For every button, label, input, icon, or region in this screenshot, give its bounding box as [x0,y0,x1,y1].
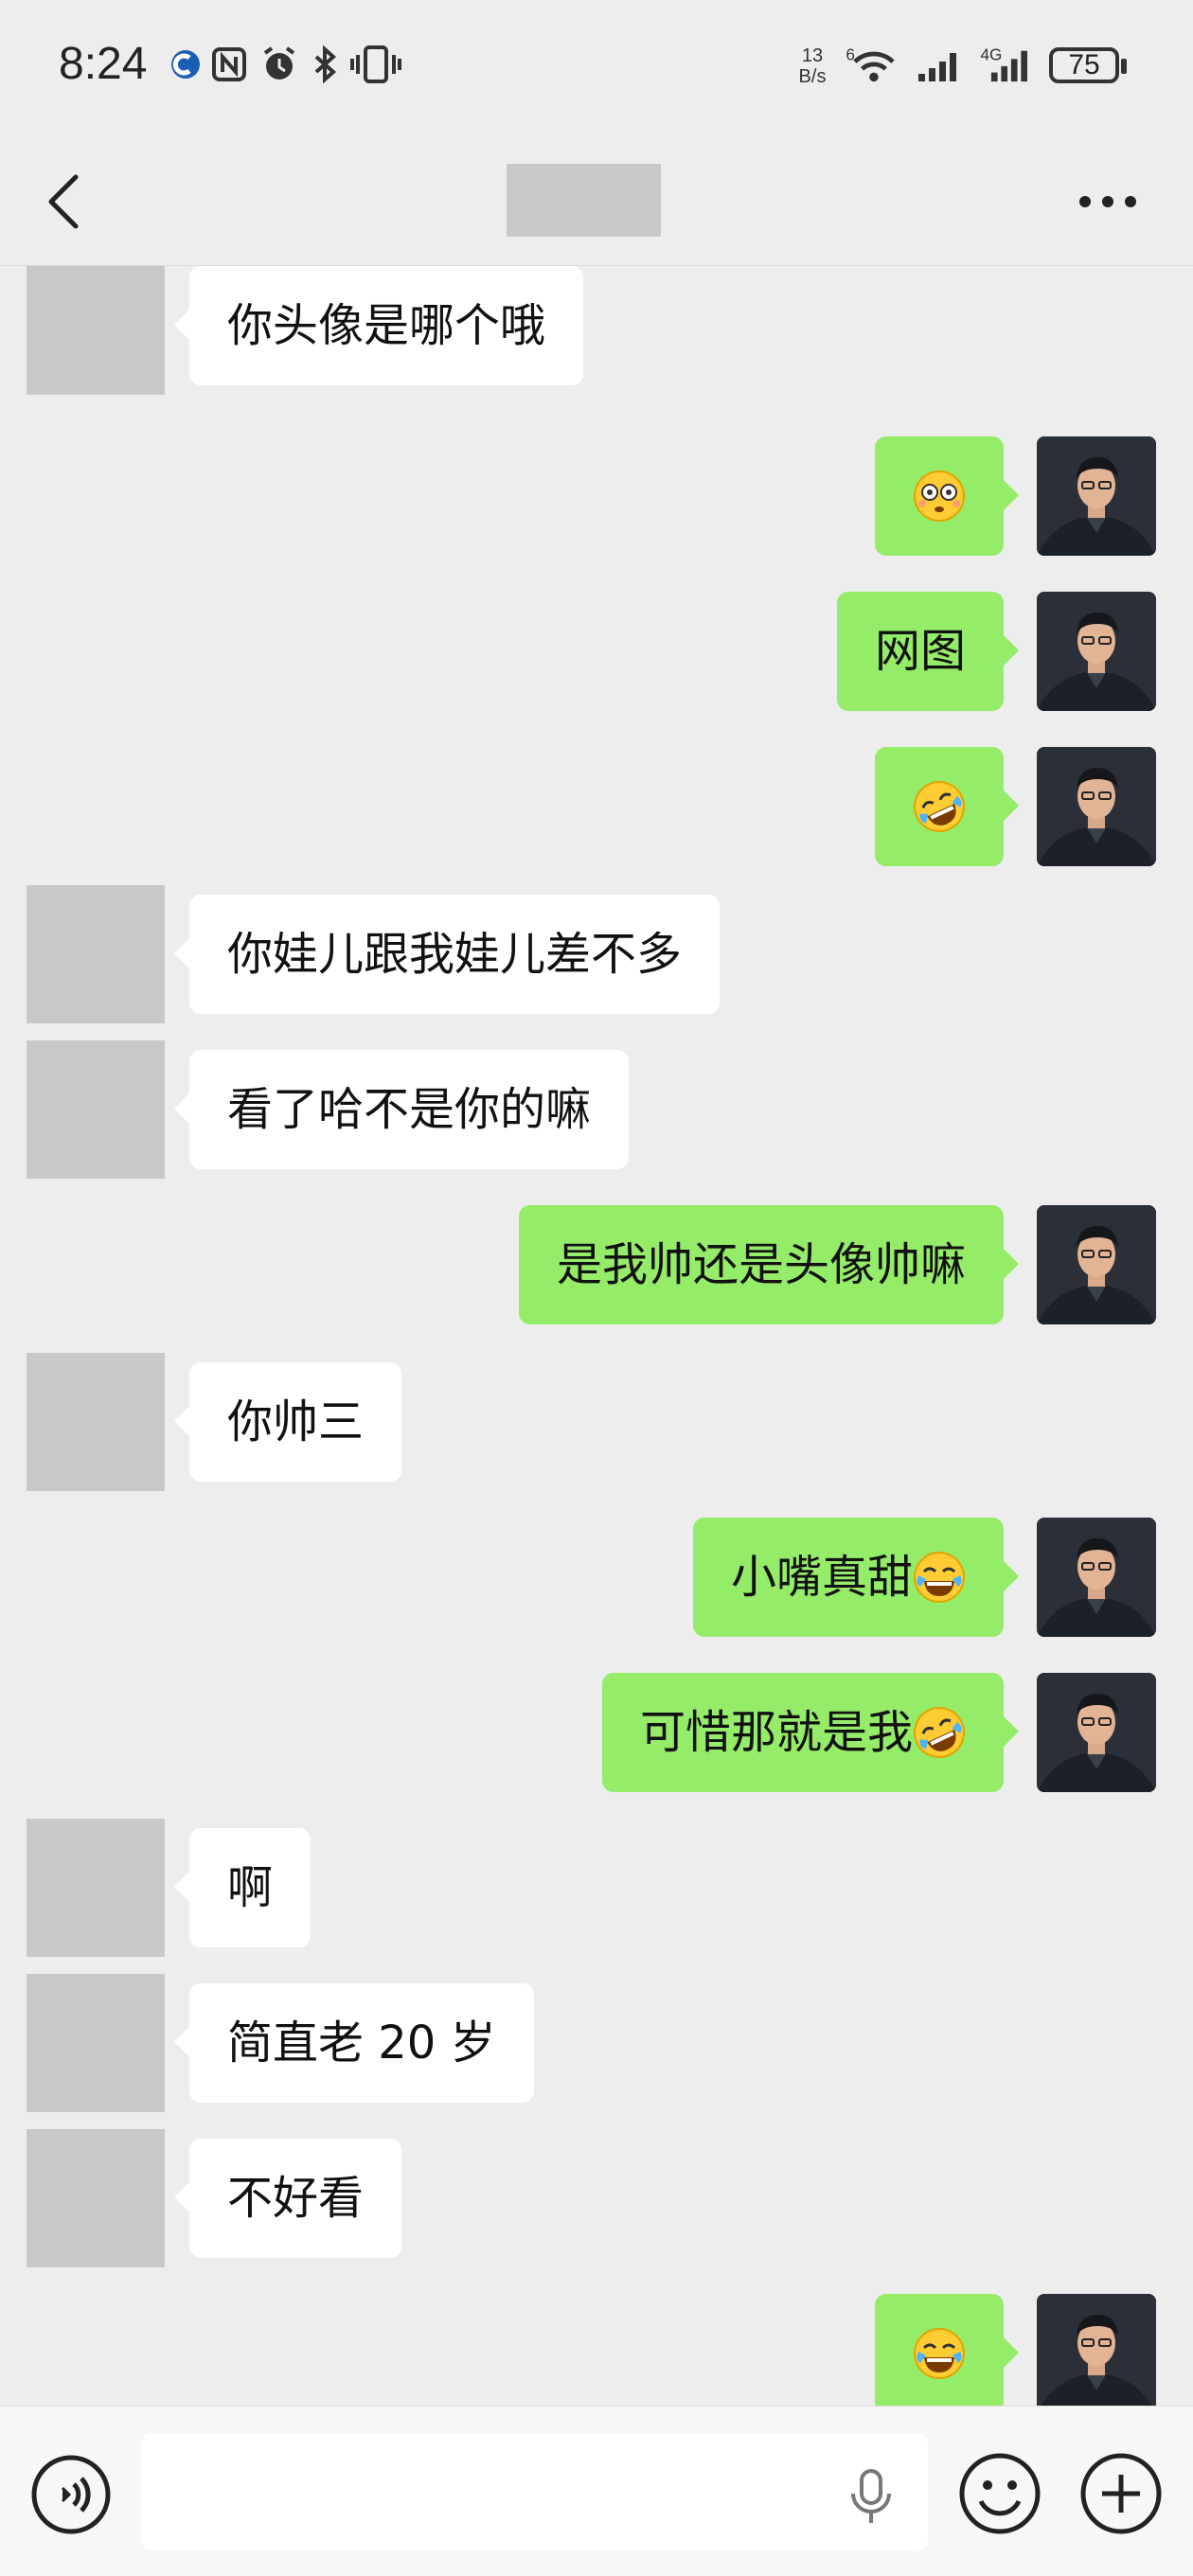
message-bubble[interactable] [875,747,1019,866]
message-bubble[interactable]: 你娃儿跟我娃儿差不多 [173,895,721,1014]
message-text: 是我帅还是头像帅嘛 [556,1238,966,1291]
rofl-emoji-icon [913,780,966,833]
my-avatar[interactable] [1037,747,1156,866]
message-bubble[interactable]: 小嘴真甜 [692,1518,1020,1637]
contact-avatar[interactable] [27,266,165,395]
message-bubble[interactable]: 啊 [173,1828,312,1947]
message-bubble[interactable] [875,2294,1019,2406]
microphone-icon[interactable] [847,2469,895,2526]
battery-tip [1121,59,1127,74]
app-badge-icon [171,50,200,79]
my-avatar[interactable] [1037,1673,1156,1792]
rofl-emoji-icon [913,1706,966,1759]
net-speed-value: 13 [801,45,824,66]
voice-mode-icon[interactable] [30,2454,112,2535]
my-avatar[interactable] [1037,1205,1156,1324]
message-bubble[interactable]: 简直老 20 岁 [174,1983,534,2103]
chat-header [0,137,1193,266]
message-list[interactable]: 你头像是哪个哦网图你娃儿跟我娃儿差不多 看了哈不是你的嘛是我帅还是头像帅嘛你帅三小… [0,266,1193,2406]
chevron-left-icon[interactable] [38,164,95,240]
message-bubble[interactable]: 不好看 [173,2139,402,2258]
message-text: 你帅三 [227,1395,365,1448]
message-bubble[interactable]: 你帅三 [173,1362,402,1482]
contact-avatar[interactable] [27,1353,165,1491]
more-dots-icon[interactable] [1070,164,1146,240]
net-speed-unit: B/s [798,66,827,87]
message-text: 小嘴真甜 [730,1551,913,1604]
wifi-label: 6 [846,45,855,63]
my-avatar[interactable] [1037,2294,1156,2406]
message-text: 简直老 20 岁 [227,2016,496,2070]
message-text: 你娃儿跟我娃儿差不多 [227,928,683,981]
contact-avatar[interactable] [27,2129,165,2267]
signal-icon [918,53,956,81]
joy-emoji-icon [913,2327,966,2380]
message-input[interactable] [142,2433,928,2550]
signal-4g-icon: 4G [980,45,1027,82]
nfc-icon [212,47,246,81]
signal-label: 4G [980,45,1002,63]
message-bubble[interactable]: 看了哈不是你的嘛 [173,1050,630,1169]
my-avatar[interactable] [1037,436,1156,556]
bluetooth-icon [314,45,337,83]
my-avatar[interactable] [1037,1518,1156,1637]
emoji-smile-icon[interactable] [958,2452,1042,2535]
contact-avatar[interactable] [27,885,165,1023]
message-text: 可惜那就是我 [639,1706,913,1759]
contact-avatar[interactable] [27,1819,165,1957]
message-bubble[interactable]: 你头像是哪个哦 [173,266,584,385]
message-text: 啊 [227,1861,274,1914]
message-text: 网图 [874,625,966,678]
joy-emoji-icon [913,1551,966,1604]
message-bubble[interactable] [875,436,1019,556]
chat-title-redacted [507,164,661,237]
contact-avatar[interactable] [27,1974,165,2112]
flushed-emoji-icon [913,470,966,523]
battery-icon: 75 [1049,47,1119,83]
message-text: 看了哈不是你的嘛 [227,1083,592,1136]
contact-avatar[interactable] [27,1040,165,1179]
message-text: 不好看 [227,2172,365,2225]
vibrate-icon [350,45,401,83]
message-bubble[interactable]: 网图 [836,592,1020,711]
message-bubble[interactable]: 是我帅还是头像帅嘛 [518,1205,1020,1324]
message-text: 你头像是哪个哦 [227,299,546,352]
net-speed: 13 B/s [793,45,831,87]
my-avatar[interactable] [1037,592,1156,711]
input-bar [0,2406,1193,2576]
wifi-icon: 6 [846,45,895,82]
alarm-icon [263,46,295,80]
status-time: 8:24 [59,39,148,89]
status-bar: 8:24 13 B/s 6 4G 75 [0,0,1193,137]
plus-circle-icon[interactable] [1079,2452,1163,2535]
message-bubble[interactable]: 可惜那就是我 [601,1673,1020,1792]
